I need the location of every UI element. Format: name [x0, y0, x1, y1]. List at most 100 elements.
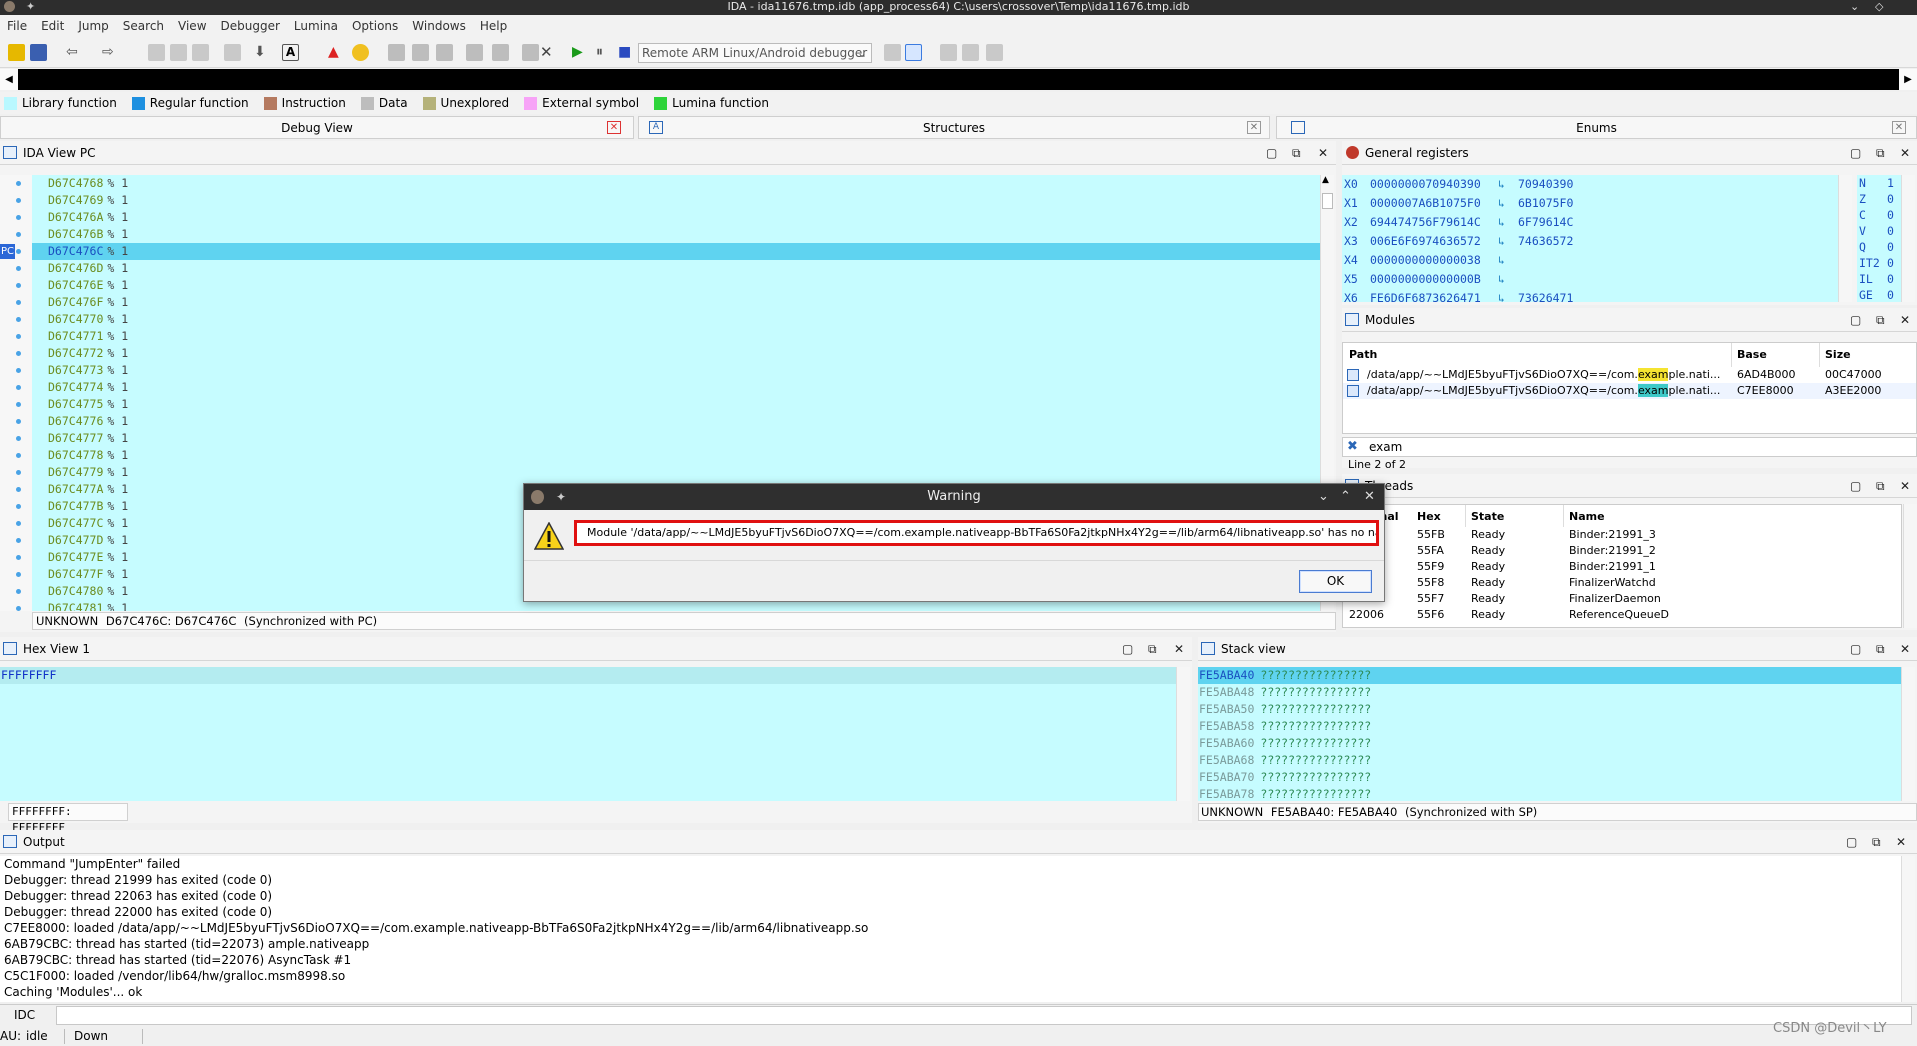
tool-icon-13[interactable]	[940, 44, 957, 61]
stack-area[interactable]: FE5ABA40???????????????? FE5ABA48????????…	[1198, 667, 1901, 801]
disasm-line[interactable]: D67C4769% 1	[32, 192, 1320, 209]
ok-button[interactable]: OK	[1299, 570, 1372, 593]
register-row[interactable]: X4 0000000000000038 ↳	[1342, 251, 1838, 270]
flag-row[interactable]: V0	[1857, 223, 1901, 239]
close-icon[interactable]: ✕	[1900, 474, 1910, 498]
thread-row[interactable]: 2200755F7ReadyFinalizerDaemon	[1343, 591, 1901, 607]
hex-line[interactable]: FFFFFFFF	[0, 667, 1176, 684]
flags-scrollbar[interactable]	[1901, 175, 1915, 302]
hex-dump-area[interactable]: FFFFFFFF	[0, 667, 1176, 801]
tool-icon-1[interactable]	[148, 44, 165, 61]
modules-row[interactable]: /data/app/~~LMdJE5byuFTjvS6DioO7XQ==/com…	[1343, 367, 1916, 383]
output-log[interactable]: Command "JumpEnter" failed Debugger: thre…	[0, 856, 1901, 1002]
flags-list[interactable]: N 1 Z 0 C 0 V 0 Q 0 IT2 0 IL 0 GE 0	[1857, 175, 1901, 302]
modules-col-size[interactable]: Size	[1825, 348, 1851, 361]
menu-edit[interactable]: Edit	[34, 15, 71, 38]
register-row[interactable]: X6 FE6D6F6873626471 ↳ 73626471	[1342, 289, 1838, 302]
stack-scrollbar[interactable]	[1901, 667, 1915, 801]
disasm-line[interactable]: D67C4777% 1	[32, 430, 1320, 447]
disasm-line[interactable]: D67C4768% 1	[32, 175, 1320, 192]
register-row[interactable]: X1 0000007A6B1075F0 ↳ 6B1075F0	[1342, 194, 1838, 213]
navigation-band[interactable]: ◀ ▶	[0, 69, 1917, 90]
dialog-title-bar[interactable]: ✦ Warning ⌄ ⌃ ✕	[524, 484, 1384, 510]
back-icon[interactable]: ⇦	[66, 44, 83, 61]
chevron-up-icon[interactable]: ⌃	[1340, 484, 1351, 510]
close-icon[interactable]: ✕	[1318, 141, 1328, 165]
close-icon[interactable]: ✕	[1900, 141, 1910, 165]
flag-row[interactable]: Q0	[1857, 239, 1901, 255]
save-icon[interactable]	[30, 44, 47, 61]
tab-structures[interactable]: A Structures ✕	[638, 116, 1270, 139]
flag-row[interactable]: N1	[1857, 175, 1901, 191]
disasm-line[interactable]: D67C476E% 1	[32, 277, 1320, 294]
maximize-icon[interactable]: ▢	[1846, 830, 1857, 854]
menu-view[interactable]: View	[171, 15, 213, 38]
pin-icon[interactable]: ✦	[556, 484, 566, 510]
tool-icon-5[interactable]	[388, 44, 405, 61]
disasm-line[interactable]: D67C476B% 1	[32, 226, 1320, 243]
float-icon[interactable]: ⧉	[1876, 474, 1885, 498]
modules-col-path[interactable]: Path	[1349, 348, 1377, 361]
menu-options[interactable]: Options	[345, 15, 405, 38]
maximize-icon[interactable]: ▢	[1850, 474, 1861, 498]
close-icon[interactable]: ✕	[1174, 637, 1184, 661]
idc-button[interactable]: IDC	[14, 1008, 35, 1022]
threads-col-state[interactable]: State	[1471, 510, 1504, 523]
debugger-select[interactable]: Remote ARM Linux/Android debugger ⌄	[638, 43, 872, 63]
threads-scrollbar[interactable]	[1903, 504, 1917, 628]
flag-row[interactable]: GE 0	[1857, 287, 1901, 302]
close-icon[interactable]: ✕	[1900, 637, 1910, 661]
disasm-line[interactable]: D67C476D% 1	[32, 260, 1320, 277]
nav-right-icon[interactable]: ▶	[1899, 69, 1917, 90]
stop-icon[interactable]: ■	[618, 44, 635, 61]
flag-row[interactable]: IT2 0	[1857, 255, 1901, 271]
close-tool-icon[interactable]: ✕	[540, 44, 557, 61]
close-icon[interactable]: ✕	[1364, 484, 1375, 510]
stack-row[interactable]: FE5ABA68????????????????	[1198, 752, 1901, 769]
threads-col-name[interactable]: Name	[1569, 510, 1605, 523]
tool-icon-12[interactable]	[905, 44, 922, 61]
scroll-thumb[interactable]	[1322, 193, 1333, 209]
maximize-icon[interactable]: ▢	[1850, 308, 1861, 332]
disasm-line[interactable]: D67C4771% 1	[32, 328, 1320, 345]
disasm-line[interactable]: D67C4773% 1	[32, 362, 1320, 379]
close-icon[interactable]: ✕	[1900, 308, 1910, 332]
menu-windows[interactable]: Windows	[405, 15, 473, 38]
thread-row[interactable]: 2200855F8ReadyFinalizerWatchd	[1343, 575, 1901, 591]
tool-icon-9[interactable]	[492, 44, 509, 61]
maximize-icon[interactable]: ▢	[1266, 141, 1277, 165]
menu-lumina[interactable]: Lumina	[287, 15, 345, 38]
modules-row[interactable]: /data/app/~~LMdJE5byuFTjvS6DioO7XQ==/com…	[1343, 383, 1916, 399]
tool-icon-10[interactable]	[522, 44, 539, 61]
disasm-line[interactable]: D67C4779% 1	[32, 464, 1320, 481]
float-icon[interactable]: ⧉	[1876, 637, 1885, 661]
command-input[interactable]	[56, 1006, 1912, 1025]
tool-icon-3[interactable]	[192, 44, 209, 61]
close-icon[interactable]: ✕	[1247, 121, 1261, 134]
float-icon[interactable]: ⧉	[1872, 830, 1881, 854]
tab-enums[interactable]: Enums ✕	[1276, 116, 1917, 139]
tab-debug-view[interactable]: Debug View ✕	[0, 116, 634, 139]
disasm-line[interactable]: D67C4772% 1	[32, 345, 1320, 362]
close-icon[interactable]: ✕	[607, 121, 621, 134]
flag-row[interactable]: IL 0	[1857, 271, 1901, 287]
nav-left-icon[interactable]: ◀	[0, 69, 18, 90]
modules-filter-input[interactable]: exam	[1369, 440, 1402, 454]
tool-icon-6[interactable]	[412, 44, 429, 61]
down-arrow-icon[interactable]: ⬇	[254, 44, 271, 61]
stack-row[interactable]: FE5ABA60????????????????	[1198, 735, 1901, 752]
close-icon[interactable]: ✕	[1896, 830, 1906, 854]
float-icon[interactable]: ⧉	[1876, 141, 1885, 165]
disasm-line[interactable]: D67C4776% 1	[32, 413, 1320, 430]
forward-icon[interactable]: ⇨	[102, 44, 119, 61]
scroll-up-icon[interactable]: ▲	[1322, 175, 1329, 185]
menu-jump[interactable]: Jump	[71, 15, 115, 38]
color-icon[interactable]: ▲	[328, 44, 345, 61]
stack-row[interactable]: FE5ABA40????????????????	[1198, 667, 1901, 684]
modules-table[interactable]: Path Base Size /data/app/~~LMdJE5byuFTjv…	[1342, 342, 1917, 434]
register-row[interactable]: X3 006E6F6974636572 ↳ 74636572	[1342, 232, 1838, 251]
flag-row[interactable]: Z0	[1857, 191, 1901, 207]
pin-icon[interactable]: ✦	[26, 0, 35, 13]
flag-row[interactable]: C0	[1857, 207, 1901, 223]
register-row[interactable]: X0 0000000070940390 ↳ 70940390	[1342, 175, 1838, 194]
